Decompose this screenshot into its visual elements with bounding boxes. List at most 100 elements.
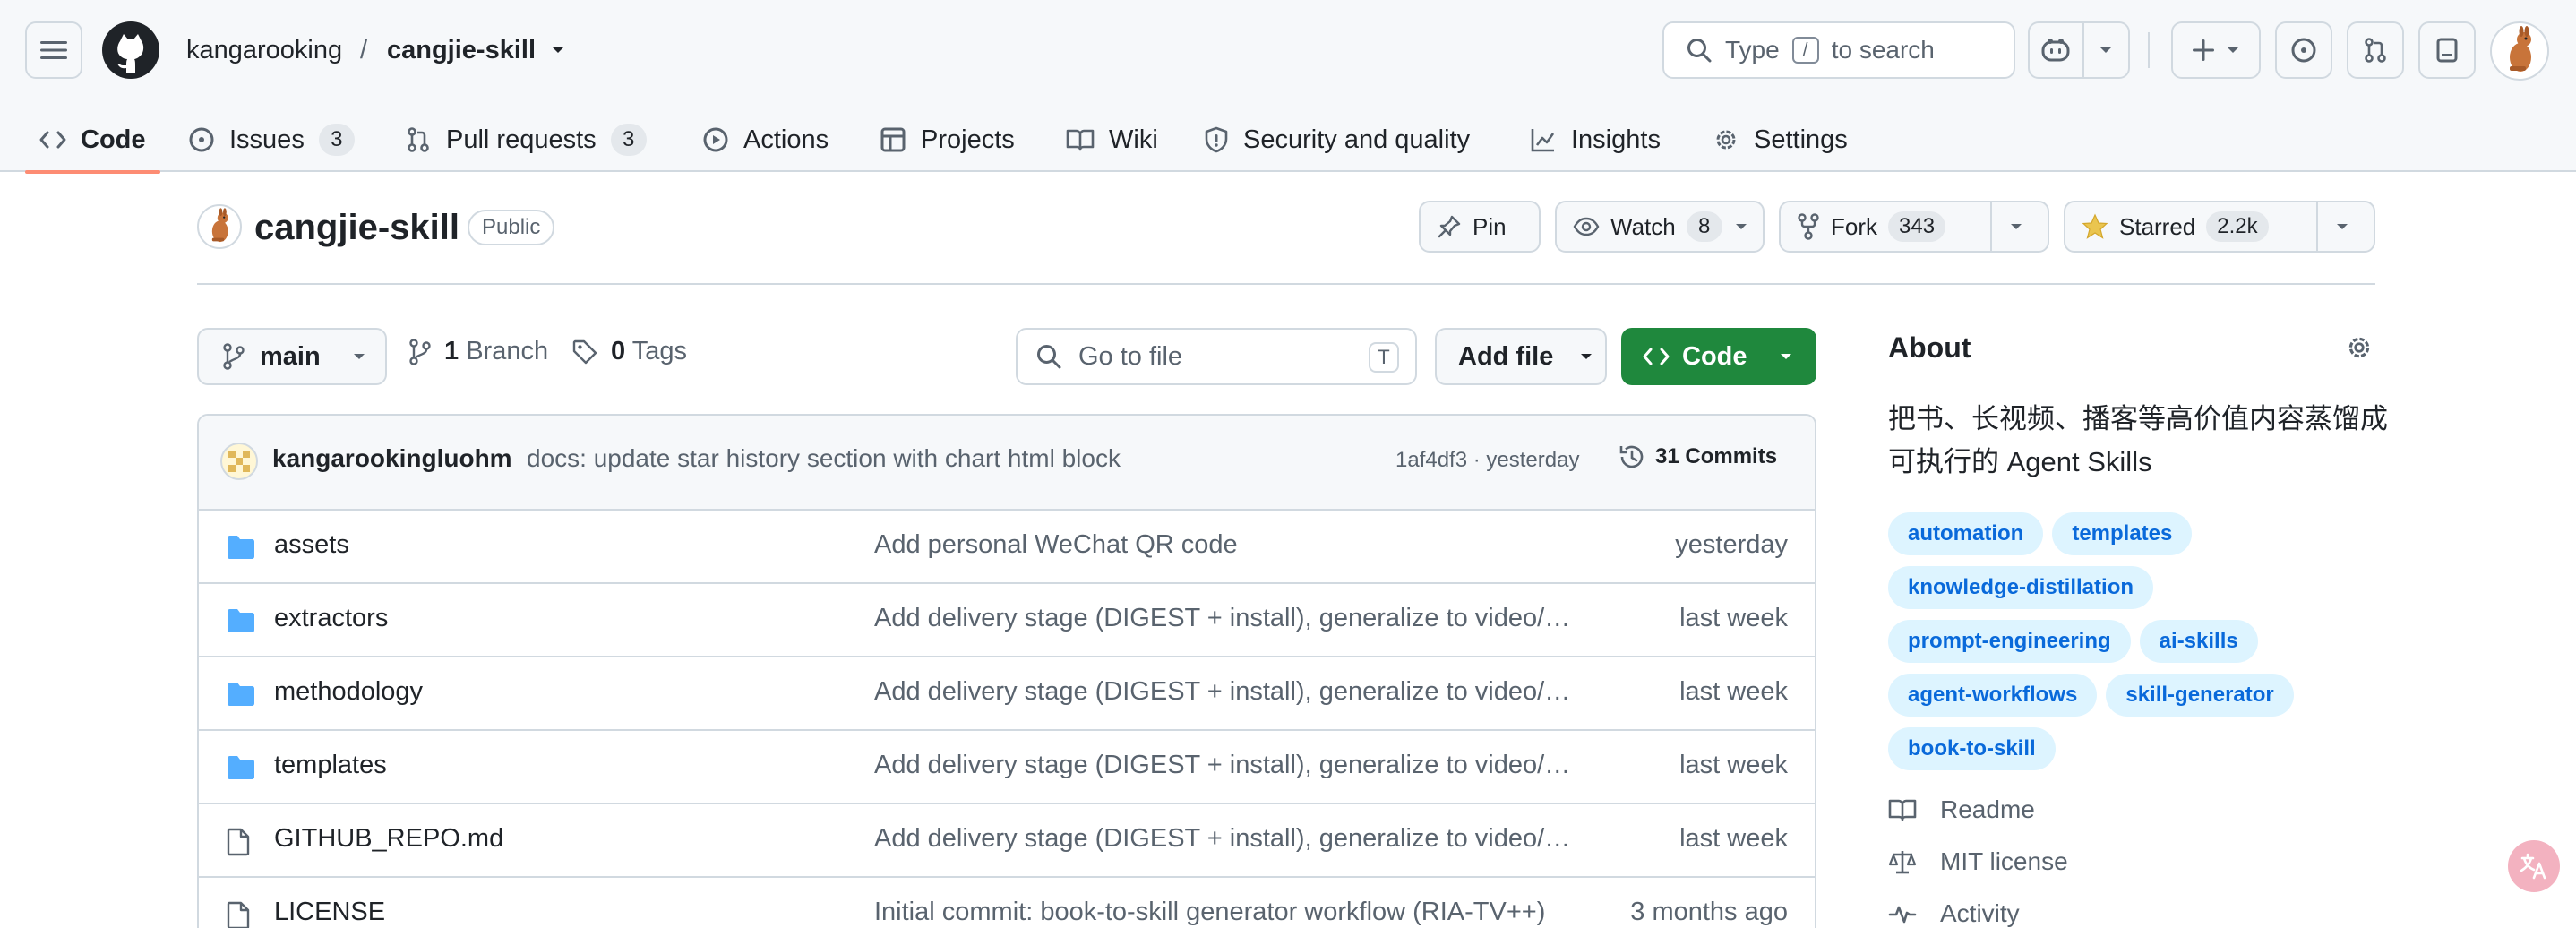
file-name[interactable]: assets <box>274 530 349 560</box>
copilot-button-group[interactable] <box>2028 21 2130 79</box>
topic-tag[interactable]: knowledge-distillation <box>1888 566 2154 609</box>
book-icon <box>1888 799 1917 821</box>
go-to-file-input[interactable]: Go to file T <box>1016 328 1417 385</box>
file-row[interactable]: assets Add personal WeChat QR code yeste… <box>199 511 1815 584</box>
watch-button-group[interactable]: Watch 8 <box>1555 201 1765 253</box>
fork-menu-button[interactable] <box>1990 202 2040 251</box>
global-search-input[interactable]: Type / to search <box>1662 21 2015 79</box>
tab-label: Code <box>81 125 146 154</box>
file-commit-message[interactable]: Add delivery stage (DIGEST + install), g… <box>874 751 1582 780</box>
topic-tag[interactable]: prompt-engineering <box>1888 620 2131 663</box>
tab-projects[interactable]: Projects <box>880 107 1015 172</box>
add-file-label: Add file <box>1458 341 1554 371</box>
repo-owner-avatar[interactable] <box>197 204 242 249</box>
file-commit-message[interactable]: Add delivery stage (DIGEST + install), g… <box>874 604 1582 633</box>
license-link[interactable]: MIT license <box>1888 847 2068 876</box>
law-icon <box>1888 851 1917 874</box>
issue-icon <box>2291 38 2316 63</box>
file-commit-message[interactable]: Add delivery stage (DIGEST + install), g… <box>874 677 1582 707</box>
branch-selector[interactable]: main <box>197 328 387 385</box>
file-row[interactable]: LICENSE Initial commit: book-to-skill ge… <box>199 878 1815 928</box>
code-dropdown-button[interactable]: Code <box>1621 328 1816 385</box>
menu-button[interactable] <box>25 21 82 79</box>
play-icon <box>703 127 728 152</box>
chevron-down-icon[interactable] <box>548 39 568 59</box>
file-row[interactable]: templates Add delivery stage (DIGEST + i… <box>199 731 1815 804</box>
add-file-button[interactable]: Add file <box>1435 328 1607 385</box>
star-button-group[interactable]: Starred 2.2k <box>2064 201 2375 253</box>
tab-actions[interactable]: Actions <box>702 107 829 172</box>
branch-icon <box>223 343 245 370</box>
watch-button[interactable]: Watch 8 <box>1557 202 1765 251</box>
tab-wiki[interactable]: Wiki <box>1066 107 1158 172</box>
activity-link[interactable]: Activity <box>1888 899 2020 928</box>
folder-icon <box>228 756 254 779</box>
kangaroo-avatar-icon <box>2510 26 2531 72</box>
tab-insights[interactable]: Insights <box>1530 107 1661 172</box>
file-row[interactable]: extractors Add delivery stage (DIGEST + … <box>199 584 1815 657</box>
topic-tag[interactable]: skill-generator <box>2106 674 2294 717</box>
pin-button[interactable]: Pin <box>1419 201 1541 253</box>
file-commit-message[interactable]: Add personal WeChat QR code <box>874 530 1582 560</box>
topic-tag[interactable]: ai-skills <box>2139 620 2258 663</box>
tab-label: Security and quality <box>1243 125 1471 154</box>
translate-float-button[interactable] <box>2508 840 2560 892</box>
file-row[interactable]: GITHUB_REPO.md Add delivery stage (DIGES… <box>199 804 1815 878</box>
gear-icon[interactable] <box>2345 333 2374 362</box>
copilot-menu-button[interactable] <box>2082 23 2128 77</box>
fork-button-group[interactable]: Fork 343 <box>1779 201 2049 253</box>
branches-link[interactable]: 1 Branch <box>408 337 548 366</box>
file-name[interactable]: extractors <box>274 604 388 633</box>
create-new-button[interactable] <box>2171 21 2261 79</box>
repo-title[interactable]: cangjie-skill <box>254 204 459 251</box>
tab-pull-requests[interactable]: Pull requests 3 <box>405 107 647 172</box>
hamburger-icon <box>40 41 67 59</box>
file-commit-message[interactable]: Add delivery stage (DIGEST + install), g… <box>874 824 1582 854</box>
starred-label: Starred <box>2119 212 2196 240</box>
your-issues-button[interactable] <box>2275 21 2332 79</box>
file-name[interactable]: GITHUB_REPO.md <box>274 824 503 854</box>
readme-label: Readme <box>1940 795 2035 823</box>
breadcrumb-owner[interactable]: kangarooking <box>186 32 342 68</box>
search-icon <box>1687 39 1712 63</box>
readme-link[interactable]: Readme <box>1888 795 2035 824</box>
commit-hash-time[interactable]: 1af4df3 · yesterday <box>1395 448 1579 473</box>
tab-settings[interactable]: Settings <box>1713 107 1848 172</box>
topic-tag[interactable]: templates <box>2052 512 2193 555</box>
folder-icon <box>228 536 254 559</box>
commit-message[interactable]: docs: update star history section with c… <box>527 444 1121 473</box>
star-menu-button[interactable] <box>2316 202 2366 251</box>
breadcrumb-repo[interactable]: cangjie-skill <box>387 32 536 68</box>
copilot-button[interactable] <box>2030 23 2082 77</box>
topic-tag[interactable]: automation <box>1888 512 2044 555</box>
tab-code[interactable]: Code <box>25 107 159 174</box>
github-logo-icon[interactable] <box>102 21 159 79</box>
topic-tag[interactable]: book-to-skill <box>1888 727 2056 770</box>
commit-author[interactable]: kangarookingluohm <box>272 444 512 473</box>
fork-button[interactable]: Fork 343 <box>1781 202 1990 251</box>
chevron-down-icon <box>2228 47 2238 53</box>
starred-button[interactable]: Starred 2.2k <box>2065 202 2316 251</box>
file-name[interactable]: templates <box>274 751 387 780</box>
tags-link[interactable]: 0 Tags <box>571 337 687 366</box>
file-name[interactable]: methodology <box>274 677 423 707</box>
fork-icon <box>1798 213 1819 240</box>
user-avatar[interactable] <box>2490 21 2549 81</box>
commit-author-avatar[interactable] <box>220 443 258 480</box>
file-commit-time: last week <box>1679 604 1788 632</box>
tab-issues[interactable]: Issues 3 <box>188 107 355 172</box>
file-commit-time: last week <box>1679 824 1788 853</box>
chevron-down-icon <box>1581 354 1593 359</box>
folder-icon <box>228 683 254 706</box>
file-name[interactable]: LICENSE <box>274 898 385 927</box>
file-browser: kangarookingluohm docs: update star hist… <box>197 414 1816 928</box>
topic-tag[interactable]: agent-workflows <box>1888 674 2098 717</box>
file-row[interactable]: methodology Add delivery stage (DIGEST +… <box>199 657 1815 731</box>
notifications-button[interactable] <box>2418 21 2476 79</box>
tag-count-label: Tags <box>631 337 687 365</box>
your-pull-requests-button[interactable] <box>2347 21 2404 79</box>
translate-icon <box>2520 853 2546 880</box>
file-commit-message[interactable]: Initial commit: book-to-skill generator … <box>874 898 1582 927</box>
commits-link[interactable]: 31 Commits <box>1618 443 1777 471</box>
tab-security[interactable]: Security and quality <box>1204 107 1470 172</box>
